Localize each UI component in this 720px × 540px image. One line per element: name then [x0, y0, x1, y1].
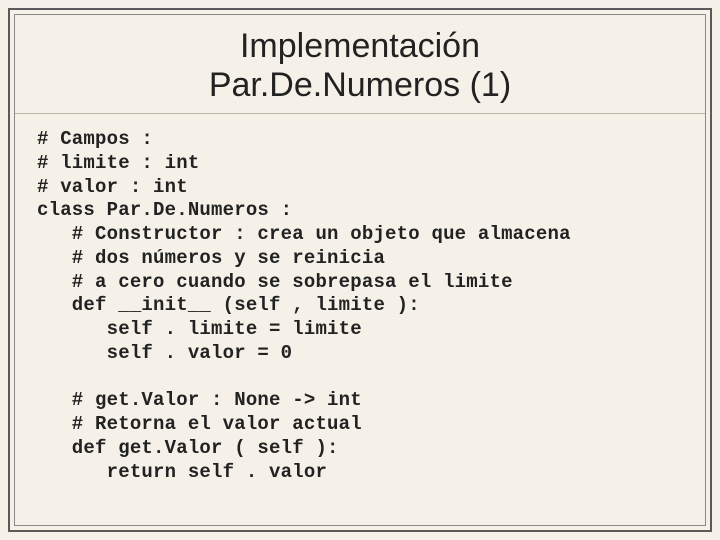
- code-block: # Campos : # limite : int # valor : int …: [15, 114, 705, 494]
- slide-title: Implementación Par.De.Numeros (1): [15, 15, 705, 114]
- slide-inner-frame: Implementación Par.De.Numeros (1) # Camp…: [14, 14, 706, 526]
- title-line-2: Par.De.Numeros (1): [209, 66, 511, 104]
- slide-outer-frame: Implementación Par.De.Numeros (1) # Camp…: [8, 8, 712, 532]
- title-line-1: Implementación: [240, 27, 480, 65]
